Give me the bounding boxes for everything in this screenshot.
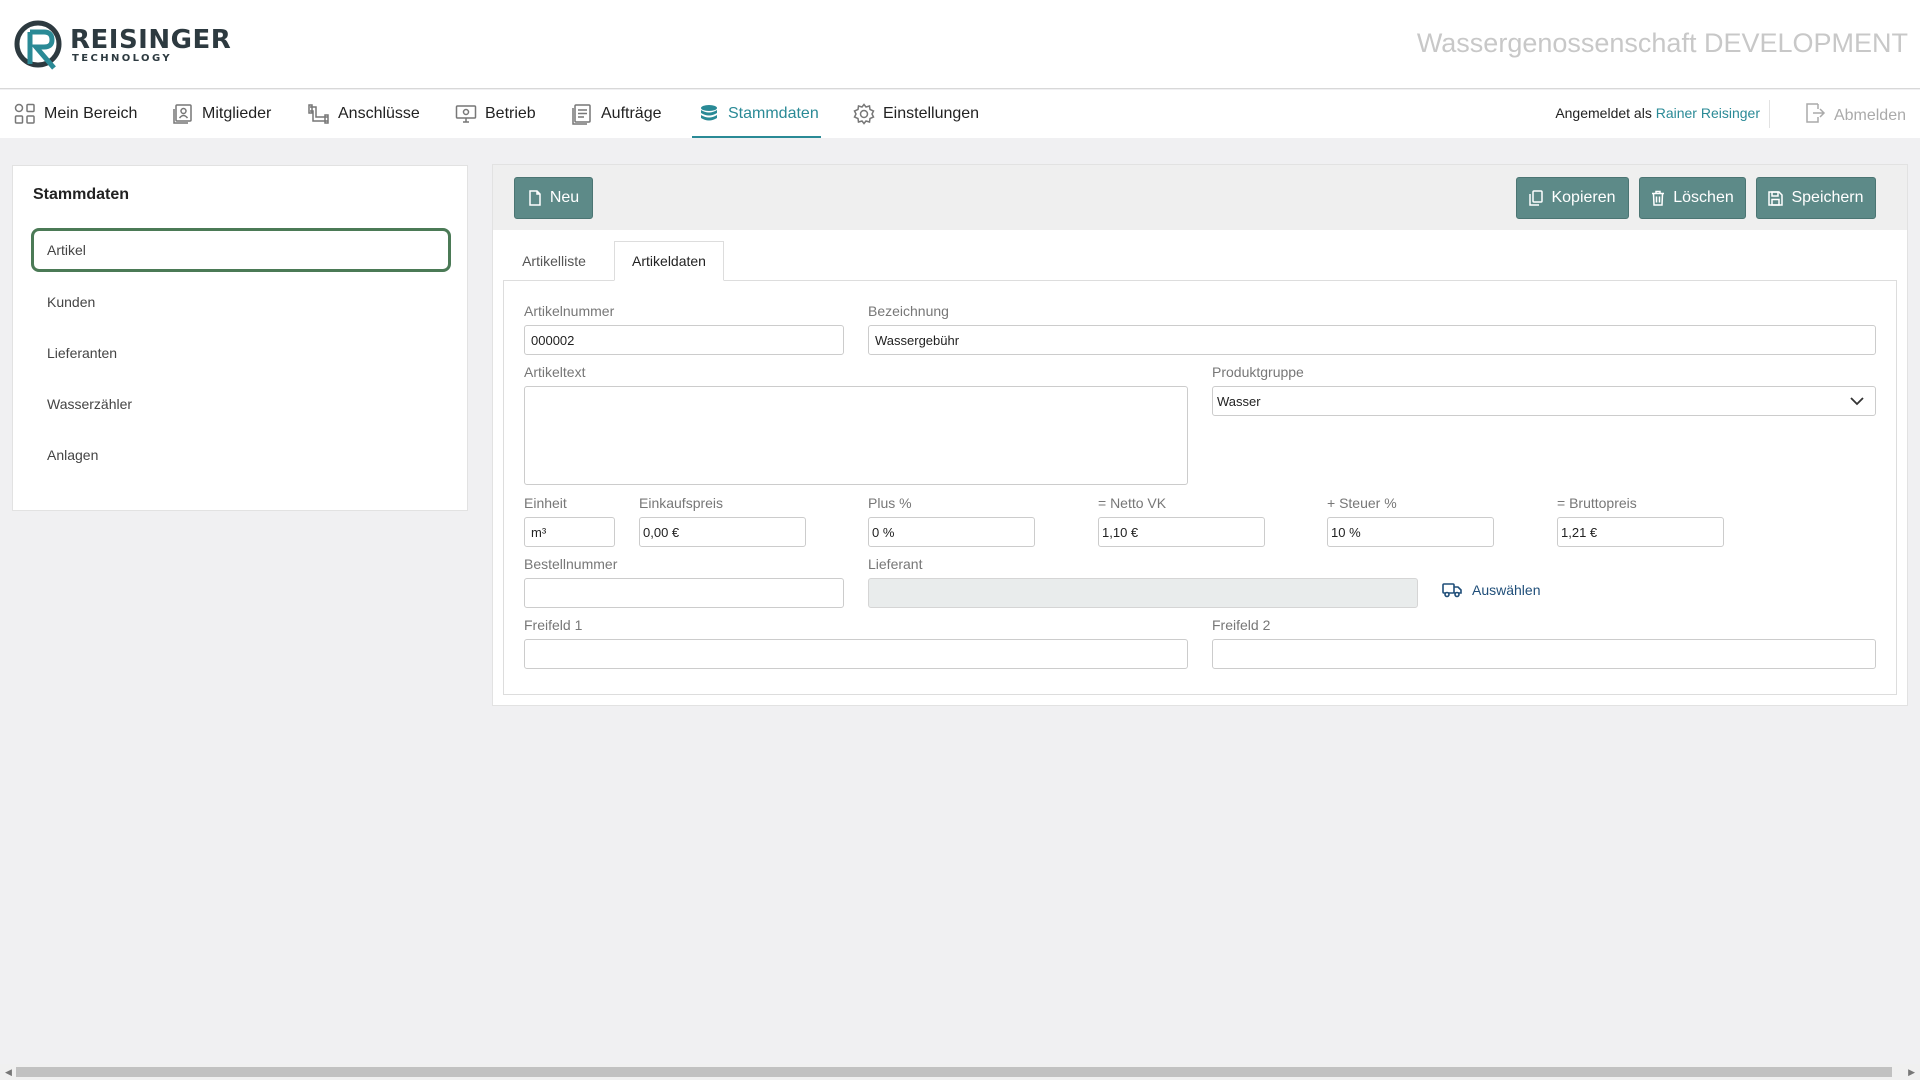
logo-mark-icon — [14, 20, 62, 70]
app-title: Wassergenossenschaft DEVELOPMENT — [1416, 28, 1908, 58]
plus-field[interactable] — [868, 517, 1035, 547]
nav-label: Aufträge — [601, 105, 662, 122]
bezeichnung-field[interactable] — [868, 325, 1876, 355]
logout-button[interactable]: Abmelden — [1804, 102, 1906, 129]
sidebar: Stammdaten Artikel Kunden Lieferanten Wa… — [12, 165, 468, 511]
gear-icon — [853, 103, 875, 125]
grid-icon — [14, 103, 36, 125]
artikeltext-label: Artikeltext — [524, 364, 586, 380]
login-user-link[interactable]: Rainer Reisinger — [1656, 105, 1760, 121]
copy-label: Kopieren — [1551, 189, 1616, 206]
einkaufspreis-field[interactable] — [639, 517, 806, 547]
nav-label: Stammdaten — [728, 105, 819, 122]
toolbar: Neu Kopieren Löschen Speichern — [493, 165, 1907, 230]
steuer-field[interactable] — [1327, 517, 1494, 547]
auswaehlen-label: Auswählen — [1472, 582, 1541, 598]
artikeldaten-form: Artikelnummer Bezeichnung Artikeltext Pr… — [503, 280, 1897, 695]
nav-mitglieder[interactable]: Mitglieder — [172, 90, 271, 138]
artikeltext-field[interactable] — [524, 386, 1188, 485]
artikelnummer-field[interactable] — [524, 325, 844, 355]
nav-mein-bereich[interactable]: Mein Bereich — [14, 90, 137, 138]
new-button[interactable]: Neu — [514, 177, 593, 219]
nav-auftraege[interactable]: Aufträge — [571, 90, 661, 138]
top-header: REISINGER TECHNOLOGY Wassergenossenschaf… — [0, 0, 1920, 89]
nav-einstellungen[interactable]: Einstellungen — [853, 90, 979, 138]
bestellnummer-label: Bestellnummer — [524, 556, 618, 572]
main-panel: Neu Kopieren Löschen Speichern Artikelli… — [492, 164, 1908, 706]
freifeld1-field[interactable] — [524, 639, 1188, 669]
scroll-right-icon[interactable]: ▶ — [1908, 1067, 1915, 1078]
nav-stammdaten[interactable]: Stammdaten — [692, 90, 821, 138]
lieferant-field — [868, 578, 1418, 608]
bestellnummer-field[interactable] — [524, 578, 844, 608]
einheit-label: Einheit — [524, 495, 567, 511]
freifeld1-label: Freifeld 1 — [524, 617, 583, 633]
save-icon — [1768, 190, 1784, 206]
main-nav: Mein Bereich Mitglieder Anschlüsse Betri… — [0, 90, 1920, 138]
sidebar-item-anlagen[interactable]: Anlagen — [31, 433, 451, 477]
nav-label: Betrieb — [485, 105, 536, 122]
artikelnummer-label: Artikelnummer — [524, 303, 615, 319]
bruttopreis-field[interactable] — [1557, 517, 1724, 547]
logout-icon — [1804, 102, 1826, 129]
nav-label: Anschlüsse — [338, 105, 420, 122]
sidebar-item-kunden[interactable]: Kunden — [31, 280, 451, 324]
netto-vk-field[interactable] — [1098, 517, 1265, 547]
netto-vk-label: = Netto VK — [1098, 495, 1167, 511]
nav-betrieb[interactable]: Betrieb — [455, 90, 536, 138]
bezeichnung-label: Bezeichnung — [868, 303, 949, 319]
delete-button[interactable]: Löschen — [1639, 177, 1746, 219]
new-label: Neu — [549, 189, 580, 206]
file-icon — [528, 190, 542, 206]
steuer-label: + Steuer % — [1327, 495, 1397, 511]
scroll-left-icon[interactable]: ◀ — [5, 1067, 12, 1078]
horizontal-scrollbar[interactable]: ◀ ▶ — [0, 1064, 1920, 1080]
einkaufspreis-label: Einkaufspreis — [639, 495, 724, 511]
save-label: Speichern — [1791, 189, 1864, 206]
nav-label: Mein Bereich — [44, 105, 138, 122]
delete-label: Löschen — [1673, 189, 1734, 206]
lieferant-label: Lieferant — [868, 556, 923, 572]
trash-icon — [1651, 190, 1665, 206]
scrollbar-thumb[interactable] — [16, 1067, 1892, 1077]
bruttopreis-label: = Bruttopreis — [1557, 495, 1637, 511]
nav-label: Einstellungen — [883, 105, 980, 122]
tab-artikelliste[interactable]: Artikelliste — [503, 241, 605, 281]
tab-artikeldaten[interactable]: Artikeldaten — [614, 241, 724, 281]
freifeld2-field[interactable] — [1212, 639, 1876, 669]
nav-anschluesse[interactable]: Anschlüsse — [308, 90, 420, 138]
logout-label: Abmelden — [1833, 106, 1906, 124]
truck-icon — [1442, 582, 1462, 598]
save-button[interactable]: Speichern — [1756, 177, 1876, 219]
nav-label: Mitglieder — [202, 105, 272, 122]
login-info: Angemeldet als Rainer Reisinger — [1555, 105, 1760, 121]
sidebar-item-artikel[interactable]: Artikel — [31, 228, 451, 272]
produktgruppe-select[interactable]: Wasser — [1212, 386, 1876, 416]
logo[interactable]: REISINGER TECHNOLOGY — [14, 16, 231, 74]
sidebar-title: Stammdaten — [33, 186, 130, 203]
copy-icon — [1529, 190, 1544, 206]
monitor-icon — [455, 103, 477, 125]
login-prefix: Angemeldet als — [1555, 105, 1652, 121]
chevron-down-icon — [1849, 394, 1865, 411]
freifeld2-label: Freifeld 2 — [1212, 617, 1271, 633]
produktgruppe-value: Wasser — [1217, 393, 1261, 409]
document-icon — [571, 103, 593, 125]
members-icon — [172, 103, 194, 125]
brand-name: REISINGER — [70, 25, 232, 55]
nav-divider — [1769, 100, 1770, 128]
plus-label: Plus % — [868, 495, 912, 511]
brand-sub: TECHNOLOGY — [72, 53, 172, 64]
pipe-icon — [308, 103, 330, 125]
copy-button[interactable]: Kopieren — [1516, 177, 1629, 219]
auswaehlen-link[interactable]: Auswählen — [1442, 582, 1541, 598]
sidebar-item-wasserzaehler[interactable]: Wasserzähler — [31, 382, 451, 426]
database-icon — [698, 103, 720, 125]
sidebar-item-lieferanten[interactable]: Lieferanten — [31, 331, 451, 375]
einheit-field[interactable] — [524, 517, 615, 547]
produktgruppe-label: Produktgruppe — [1212, 364, 1304, 380]
